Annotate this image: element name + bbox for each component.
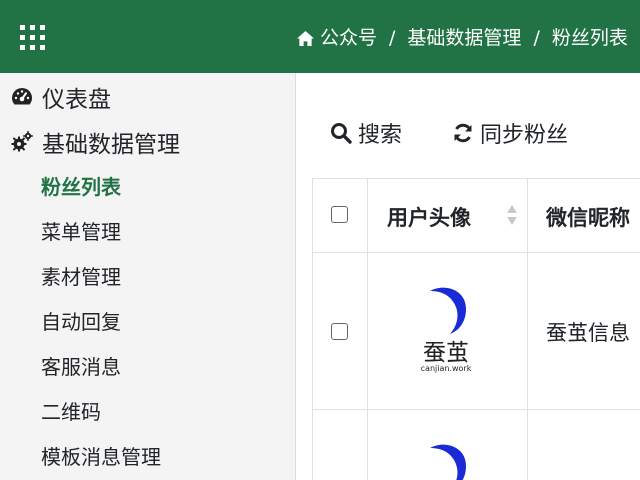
- canjian-logo-icon: [430, 287, 466, 334]
- avatar: 蚕茧 canjian.work: [416, 283, 476, 383]
- sidebar-item-material-management[interactable]: 素材管理: [41, 263, 121, 291]
- breadcrumb-item-official-account[interactable]: 公众号: [320, 24, 377, 52]
- table-row: 蚕茧 canjian.work 蚕茧信息: [313, 253, 640, 409]
- gears-icon: [11, 131, 33, 152]
- sidebar-item-auto-reply[interactable]: 自动回复: [41, 308, 121, 336]
- sidebar-item-fans-list[interactable]: 粉丝列表: [41, 173, 121, 201]
- avatar-text: 蚕茧: [423, 340, 469, 366]
- sidebar-item-label: 仪表盘: [42, 87, 111, 113]
- breadcrumb-item-fans-list: 粉丝列表: [551, 27, 628, 49]
- sidebar-item-dashboard[interactable]: 仪表盘: [10, 81, 111, 113]
- row-checkbox[interactable]: [331, 323, 348, 340]
- home-icon: [297, 30, 314, 46]
- nickname-cell: 蚕茧信息: [546, 321, 630, 345]
- column-header-avatar[interactable]: 用户头像: [387, 202, 471, 232]
- sync-icon: [454, 123, 472, 143]
- top-header: 公众号 / 基础数据管理 / 粉丝列表: [0, 0, 640, 73]
- sidebar-item-menu-management[interactable]: 菜单管理: [41, 218, 121, 246]
- table-row: [313, 410, 640, 480]
- sidebar-item-basic-data[interactable]: 基础数据管理: [10, 126, 180, 158]
- breadcrumb: 公众号 / 基础数据管理 / 粉丝列表: [296, 24, 628, 52]
- column-header-nickname[interactable]: 微信昵称: [546, 202, 630, 232]
- main-content: 搜索 同步粉丝 用户头像 微信昵称 蚕茧 canjian.work 蚕茧信息: [297, 73, 640, 480]
- apps-grid-icon[interactable]: [20, 25, 45, 50]
- breadcrumb-item-basic-data[interactable]: 基础数据管理: [407, 24, 521, 52]
- table-header-row: [313, 179, 367, 252]
- breadcrumb-separator: /: [533, 27, 540, 49]
- search-button-label: 搜索: [358, 123, 403, 148]
- fans-table: 用户头像 微信昵称 蚕茧 canjian.work 蚕茧信息: [312, 178, 640, 480]
- sidebar-item-qrcode[interactable]: 二维码: [41, 398, 101, 426]
- avatar: [416, 440, 476, 480]
- canjian-logo-icon: [430, 444, 466, 480]
- select-all-checkbox[interactable]: [331, 206, 348, 223]
- sidebar: 仪表盘 基础数据管理 粉丝列表 菜单管理 素材管理 自动回复 客服消息 二维码 …: [0, 73, 296, 480]
- sidebar-item-template-message[interactable]: 模板消息管理: [41, 443, 161, 471]
- sidebar-item-label: 基础数据管理: [42, 132, 180, 158]
- search-button[interactable]: 搜索: [330, 117, 402, 149]
- sidebar-item-customer-service[interactable]: 客服消息: [41, 353, 121, 381]
- sync-fans-button[interactable]: 同步粉丝: [452, 117, 568, 149]
- search-icon: [331, 123, 352, 144]
- dashboard-gauge-icon: [12, 88, 32, 105]
- sync-fans-label: 同步粉丝: [480, 123, 569, 148]
- avatar-subtext: canjian.work: [420, 364, 472, 373]
- sort-icon[interactable]: [506, 203, 518, 227]
- breadcrumb-separator: /: [389, 27, 396, 49]
